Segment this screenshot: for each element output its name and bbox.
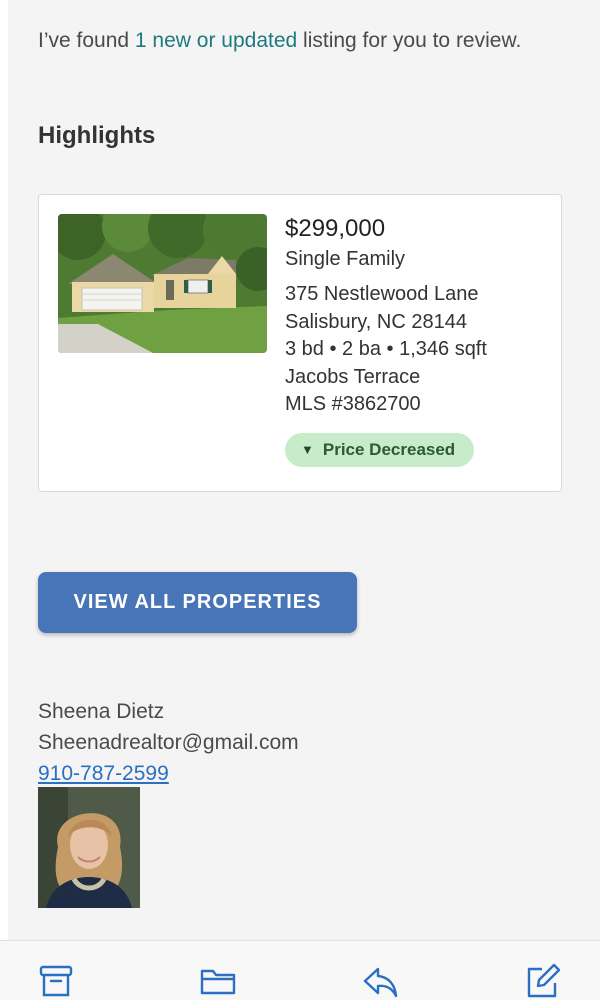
agent-phone-link[interactable]: 910-787-2599 (38, 758, 299, 789)
listing-photo[interactable] (58, 214, 267, 353)
badge-label: Price Decreased (322, 439, 456, 459)
address-line-2: Salisbury, NC 28144 (285, 310, 467, 333)
listing-details: $299,000 Single Family 375 Nestlewood La… (285, 213, 545, 467)
new-listings-link[interactable]: 1 new or updated (135, 29, 297, 52)
intro-text: I’ve found 1 new or updated listing for … (38, 26, 558, 56)
listing-specs: 3 bd • 2 ba • 1,346 sqft (285, 338, 487, 360)
compose-icon[interactable] (524, 963, 560, 999)
agent-name: Sheena Dietz (38, 700, 165, 723)
property-type: Single Family (285, 248, 406, 270)
archive-icon[interactable] (38, 963, 74, 999)
highlights-heading: Highlights (38, 122, 156, 149)
subdivision: Jacobs Terrace (285, 365, 421, 388)
listing-card[interactable]: $299,000 Single Family 375 Nestlewood La… (38, 194, 562, 492)
reply-icon[interactable] (362, 963, 398, 999)
intro-suffix: listing for you to review. (297, 29, 522, 52)
folder-icon[interactable] (200, 963, 236, 999)
triangle-down-icon: ▼ (301, 442, 314, 457)
mail-toolbar (0, 940, 600, 1000)
listing-price: $299,000 (285, 215, 386, 242)
mls-number: MLS #3862700 (285, 393, 421, 415)
agent-avatar (38, 787, 140, 908)
agent-email: Sheenadrealtor@gmail.com (38, 731, 299, 754)
agent-signature: Sheena Dietz Sheenadrealtor@gmail.com 91… (38, 696, 299, 789)
email-body: I’ve found 1 new or updated listing for … (8, 0, 600, 940)
house-photo-image (58, 214, 267, 353)
view-all-properties-button[interactable]: VIEW ALL PROPERTIES (38, 572, 357, 633)
status-badge: ▼ Price Decreased (285, 432, 475, 467)
address-line-1: 375 Nestlewood Lane (285, 283, 479, 305)
intro-prefix: I’ve found (38, 29, 135, 52)
